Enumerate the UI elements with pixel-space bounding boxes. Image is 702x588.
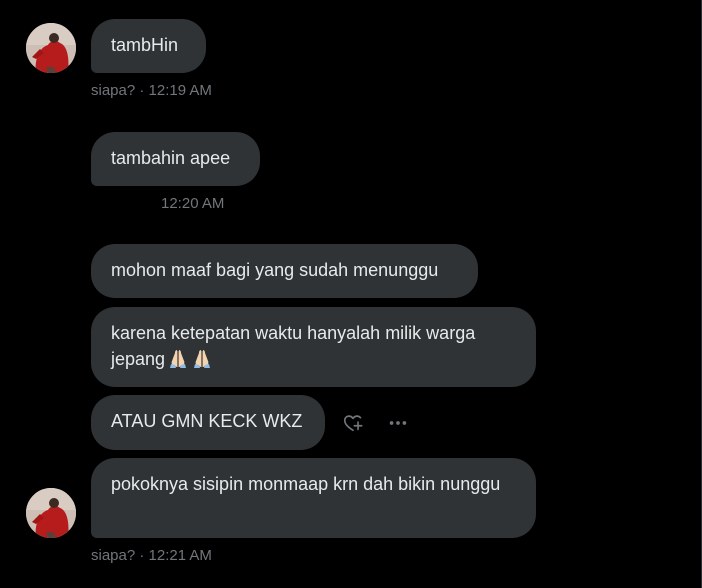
message-text: mohon maaf bagi yang sudah menunggu (111, 260, 439, 280)
heart-plus-icon[interactable] (341, 411, 365, 435)
message-bubble[interactable]: tambahin apee (91, 132, 260, 186)
avatar[interactable] (26, 488, 76, 538)
avatar-image (26, 488, 76, 538)
message-bubble[interactable]: ATAU GMN KECK WKZ (91, 395, 325, 450)
avatar-image (26, 23, 76, 73)
message-text: karena ketepatan waktu hanyalah milik wa… (111, 323, 476, 369)
message-timestamp: 12:20 AM (161, 195, 225, 212)
message-bubble[interactable]: karena ketepatan waktu hanyalah milik wa… (91, 307, 536, 387)
message-timestamp: siapa? · 12:21 AM (91, 547, 212, 564)
more-horizontal-icon[interactable] (386, 411, 410, 435)
message-text: pokoknya sisipin monmaap krn dah bikin n… (111, 474, 501, 494)
folded-hands-emoji (191, 347, 213, 369)
avatar[interactable] (26, 23, 76, 73)
message-bubble[interactable]: mohon maaf bagi yang sudah menunggu (91, 244, 478, 298)
message-text: tambahin apee (111, 148, 231, 168)
folded-hands-emoji (167, 347, 189, 369)
message-bubble[interactable]: tambHin (91, 19, 206, 73)
message-bubble[interactable]: pokoknya sisipin monmaap krn dah bikin n… (91, 458, 536, 538)
message-timestamp: siapa? · 12:19 AM (91, 82, 212, 99)
message-text: ATAU GMN KECK WKZ (111, 411, 303, 431)
message-text: tambHin (111, 35, 179, 55)
